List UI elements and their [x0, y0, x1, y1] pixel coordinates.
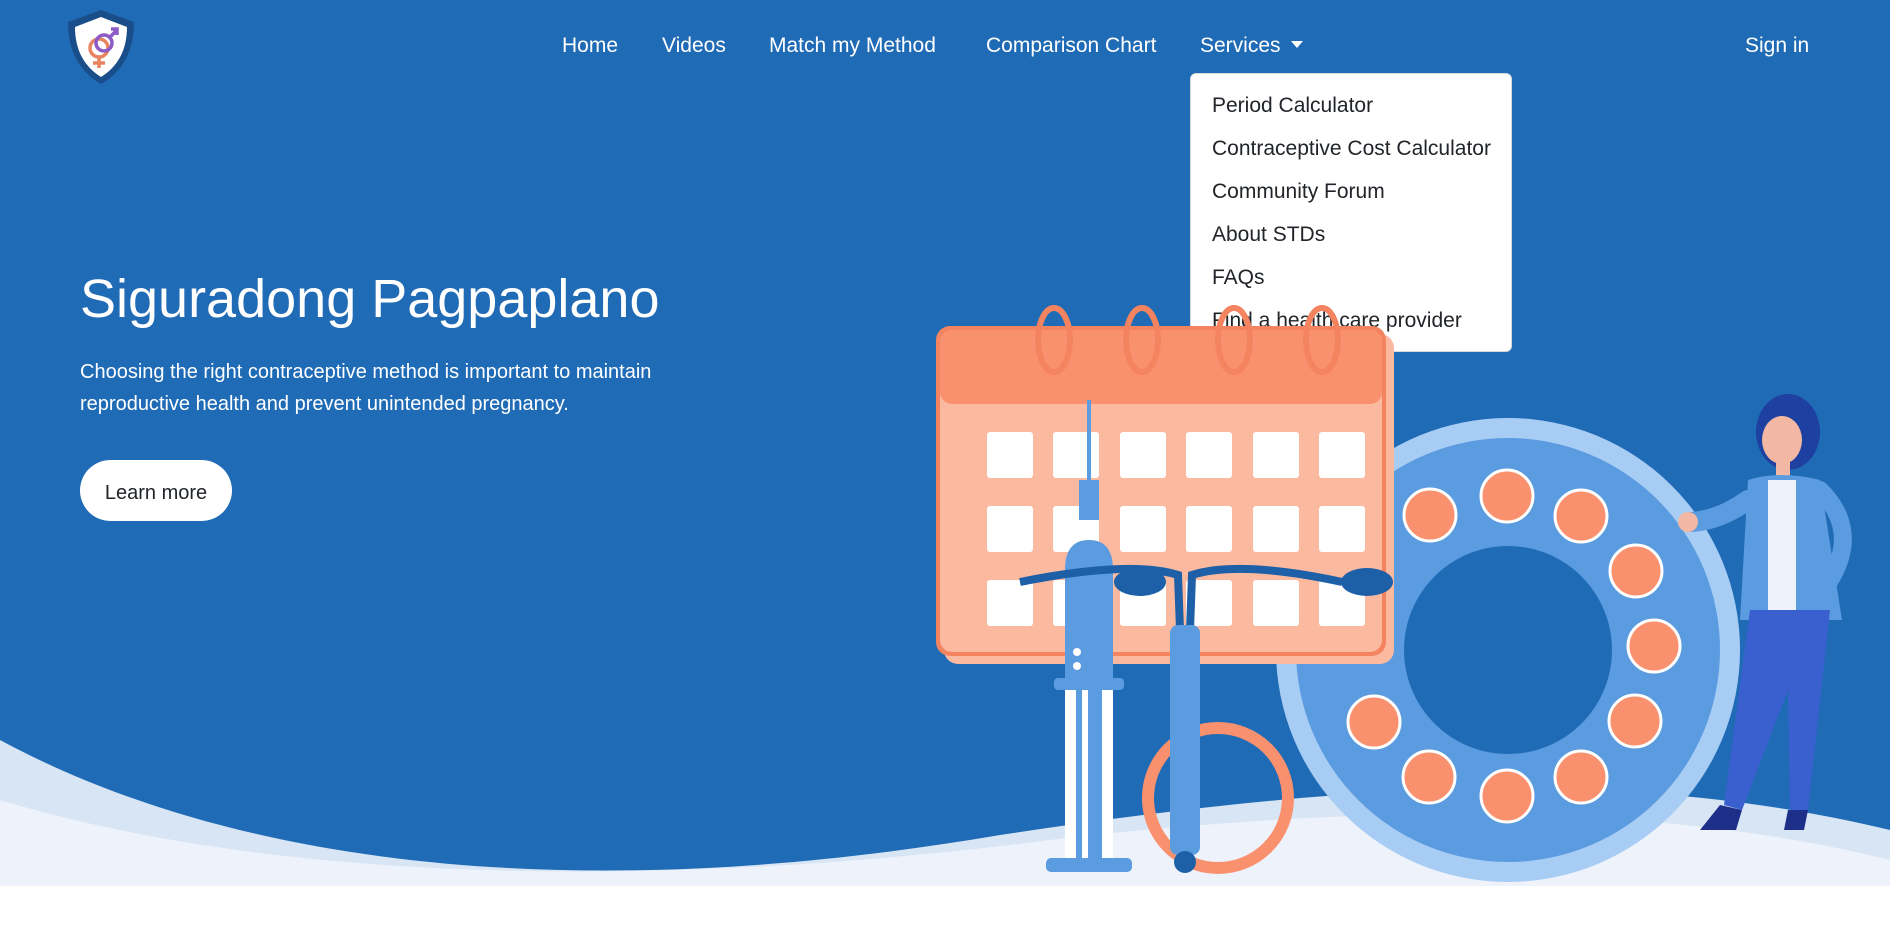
nav-services-dropdown-toggle[interactable]: Services	[1200, 34, 1303, 58]
caret-down-icon	[1290, 40, 1303, 48]
nav-videos-link[interactable]: Videos	[662, 34, 726, 58]
hero-title: Siguradong Pagpaplano	[80, 269, 660, 329]
ring-icon	[1142, 722, 1294, 874]
nav-home-link[interactable]: Home	[562, 34, 618, 58]
dropdown-item-cost-calculator[interactable]: Contraceptive Cost Calculator	[1191, 127, 1511, 170]
dropdown-item-community-forum[interactable]: Community Forum	[1191, 170, 1511, 213]
main-navigation: Home Videos Match my Method Comparison C…	[0, 28, 1890, 68]
contraceptive-illustration	[936, 305, 1852, 882]
dropdown-item-about-stds[interactable]: About STDs	[1191, 213, 1511, 256]
dropdown-item-period-calculator[interactable]: Period Calculator	[1191, 84, 1511, 127]
calendar-icon	[936, 305, 1394, 664]
hero-section: Home Videos Match my Method Comparison C…	[0, 0, 1890, 886]
sign-in-link[interactable]: Sign in	[1745, 34, 1809, 58]
hero-description: Choosing the right contraceptive method …	[80, 361, 652, 415]
services-label: Services	[1200, 34, 1281, 57]
nav-match-method-link[interactable]: Match my Method	[769, 34, 936, 58]
nav-comparison-chart-link[interactable]: Comparison Chart	[986, 34, 1156, 58]
learn-more-button[interactable]: Learn more	[80, 460, 232, 521]
